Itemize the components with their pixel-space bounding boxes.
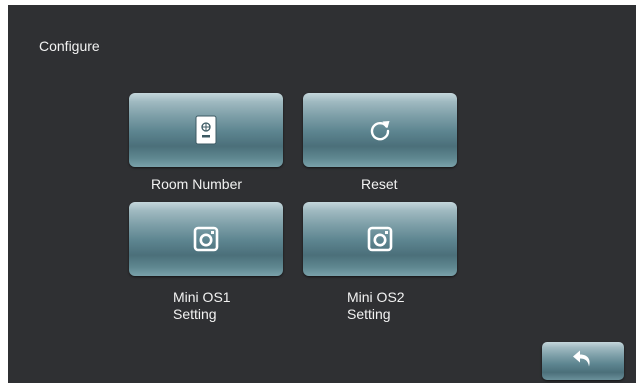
room-number-label: Room Number <box>151 176 243 192</box>
reset-label: Reset <box>361 176 398 192</box>
camera-icon <box>193 226 219 252</box>
reset-icon <box>368 118 392 142</box>
reset-button[interactable] <box>303 93 457 167</box>
mini-os1-setting-button[interactable] <box>129 202 283 276</box>
mini-os2-setting-button[interactable] <box>303 202 457 276</box>
room-number-button[interactable] <box>129 93 283 167</box>
room-number-icon <box>195 115 217 145</box>
back-button[interactable] <box>542 342 624 380</box>
back-arrow-icon <box>571 349 595 374</box>
mini-os2-setting-label: Mini OS2 Setting <box>347 289 405 323</box>
mini-os2-label-line1: Mini OS2 <box>347 289 405 305</box>
mini-os1-label-line2: Setting <box>173 306 217 322</box>
camera-icon <box>367 226 393 252</box>
mini-os2-label-line2: Setting <box>347 306 391 322</box>
mini-os1-label-line1: Mini OS1 <box>173 289 231 305</box>
mini-os1-setting-label: Mini OS1 Setting <box>173 289 231 323</box>
configure-screen: Configure Room Number Reset Mini OS1 Set… <box>8 5 636 383</box>
page-title: Configure <box>39 38 100 54</box>
